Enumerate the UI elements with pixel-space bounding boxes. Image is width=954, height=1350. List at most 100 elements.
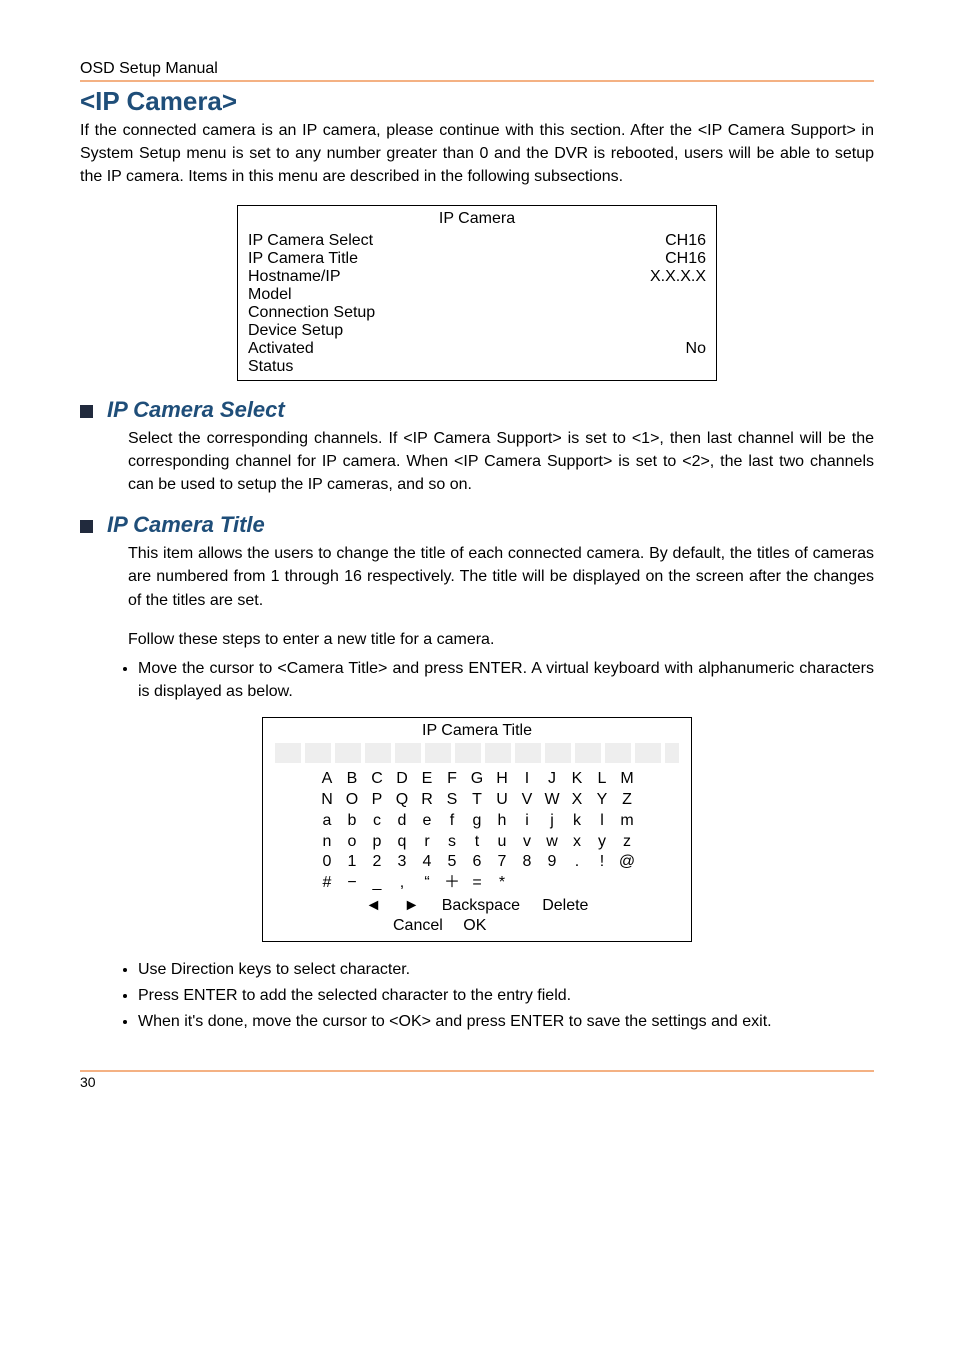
keyboard-key: z: [615, 832, 640, 853]
virtual-keyboard-controls: ◄ ► Backspace Delete: [263, 894, 691, 917]
step-item: Move the cursor to <Camera Title> and pr…: [138, 657, 874, 703]
ip-camera-menu-row: Connection Setup: [248, 304, 706, 322]
keyboard-key: m: [615, 811, 640, 832]
keyboard-key: k: [565, 811, 590, 832]
keyboard-key: [565, 873, 590, 894]
keyboard-key: N: [315, 790, 340, 811]
keyboard-key: J: [540, 769, 565, 790]
keyboard-key: G: [465, 769, 490, 790]
square-bullet-icon: [80, 520, 93, 533]
keyboard-key: j: [540, 811, 565, 832]
keyboard-key: f: [440, 811, 465, 832]
keyboard-key: 4: [415, 852, 440, 873]
keyboard-key: V: [515, 790, 540, 811]
keyboard-key: [615, 873, 640, 894]
keyboard-key: 3: [390, 852, 415, 873]
ip-camera-menu-title: IP Camera: [248, 210, 706, 228]
keyboard-key: −: [340, 873, 365, 894]
keyboard-key: a: [315, 811, 340, 832]
keyboard-key: 8: [515, 852, 540, 873]
keyboard-key: 9: [540, 852, 565, 873]
manual-title: OSD Setup Manual: [80, 60, 874, 78]
instruction-item: Use Direction keys to select character.: [138, 958, 874, 981]
keyboard-key: w: [540, 832, 565, 853]
keyboard-key: H: [490, 769, 515, 790]
keyboard-key: X: [565, 790, 590, 811]
keyboard-key: S: [440, 790, 465, 811]
keyboard-key: d: [390, 811, 415, 832]
ip-camera-menu-label: Hostname/IP: [248, 268, 340, 286]
keyboard-row: NOPQRSTUVWXYZ: [315, 790, 640, 811]
keyboard-row: nopqrstuvwxyz: [315, 832, 640, 853]
keyboard-key: t: [465, 832, 490, 853]
keyboard-key: !: [590, 852, 615, 873]
kb-ok-label: OK: [463, 917, 486, 934]
keyboard-key: E: [415, 769, 440, 790]
ip-camera-menu-label: IP Camera Select: [248, 232, 373, 250]
keyboard-key: P: [365, 790, 390, 811]
kb-delete-label: Delete: [542, 897, 588, 914]
keyboard-key: u: [490, 832, 515, 853]
keyboard-key: v: [515, 832, 540, 853]
ip-camera-menu-value: X.X.X.X: [650, 268, 706, 286]
ip-camera-menu-row: IP Camera Select CH16: [248, 232, 706, 250]
keyboard-key: F: [440, 769, 465, 790]
kb-backspace-label: Backspace: [442, 897, 520, 914]
virtual-keyboard-box: IP Camera Title ABCDEFGHIJKLMNOPQRSTUVWX…: [262, 717, 692, 942]
ip-camera-menu-label: Connection Setup: [248, 304, 375, 322]
ip-camera-title-body1: This item allows the users to change the…: [128, 542, 874, 612]
keyboard-key: D: [390, 769, 415, 790]
keyboard-key: [515, 873, 540, 894]
ip-camera-menu-row: Hostname/IP X.X.X.X: [248, 268, 706, 286]
kb-right-arrow-icon: ►: [404, 897, 420, 914]
ip-camera-menu-value: No: [686, 340, 706, 358]
keyboard-key: 5: [440, 852, 465, 873]
keyboard-key: Q: [390, 790, 415, 811]
keyboard-key: I: [515, 769, 540, 790]
keyboard-row: 0123456789.!@: [315, 852, 640, 873]
keyboard-key: B: [340, 769, 365, 790]
keyboard-key: C: [365, 769, 390, 790]
virtual-keyboard-title: IP Camera Title: [263, 718, 691, 743]
ip-camera-menu-row: Device Setup: [248, 322, 706, 340]
section-title: <IP Camera>: [80, 86, 874, 117]
ip-camera-menu-label: Device Setup: [248, 322, 343, 340]
keyboard-key: l: [590, 811, 615, 832]
section-intro: If the connected camera is an IP camera,…: [80, 119, 874, 189]
keyboard-key: h: [490, 811, 515, 832]
keyboard-key: [540, 873, 565, 894]
keyboard-key: M: [615, 769, 640, 790]
ip-camera-select-heading: IP Camera Select: [107, 397, 285, 423]
header-divider: [80, 80, 874, 82]
ip-camera-menu-label: IP Camera Title: [248, 250, 358, 268]
keyboard-key: b: [340, 811, 365, 832]
keyboard-key: 2: [365, 852, 390, 873]
keyboard-key: r: [415, 832, 440, 853]
ip-camera-menu-row: Model: [248, 286, 706, 304]
ip-camera-menu-row: Status: [248, 358, 706, 376]
keyboard-key: ＋: [440, 873, 465, 894]
keyboard-key: 7: [490, 852, 515, 873]
keyboard-key: @: [615, 852, 640, 873]
keyboard-key: e: [415, 811, 440, 832]
keyboard-key: *: [490, 873, 515, 894]
keyboard-key: U: [490, 790, 515, 811]
keyboard-key: c: [365, 811, 390, 832]
keyboard-key: =: [465, 873, 490, 894]
keyboard-key: x: [565, 832, 590, 853]
keyboard-key: A: [315, 769, 340, 790]
keyboard-row: ABCDEFGHIJKLM: [315, 769, 640, 790]
keyboard-key: s: [440, 832, 465, 853]
keyboard-key: “: [415, 873, 440, 894]
keyboard-key: O: [340, 790, 365, 811]
ip-camera-select-body: Select the corresponding channels. If <I…: [128, 427, 874, 497]
keyboard-key: o: [340, 832, 365, 853]
ip-camera-menu-value: CH16: [665, 232, 706, 250]
ip-camera-menu-label: Model: [248, 286, 292, 304]
footer-divider: [80, 1070, 874, 1072]
keyboard-key: W: [540, 790, 565, 811]
keyboard-key: 1: [340, 852, 365, 873]
kb-left-arrow-icon: ◄: [366, 897, 382, 914]
ip-camera-menu-label: Status: [248, 358, 293, 376]
keyboard-row: abcdefghijklm: [315, 811, 640, 832]
